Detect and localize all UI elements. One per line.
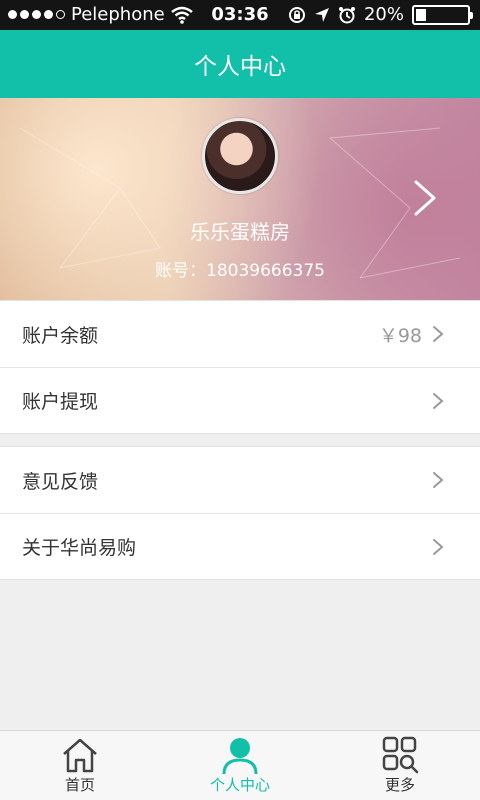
chevron-right-icon (433, 326, 444, 342)
tab-label: 首页 (64, 776, 95, 794)
account-menu: 账户余额 ￥98 账户提现 (0, 300, 480, 434)
battery-icon (412, 4, 473, 25)
tab-label: 个人中心 (209, 776, 270, 794)
user-icon (222, 738, 258, 774)
chevron-right-icon[interactable] (410, 178, 440, 218)
menu-item-label: 账户余额 (22, 324, 99, 347)
menu-item-balance[interactable]: 账户余额 ￥98 (0, 301, 480, 367)
menu-item-label: 意见反馈 (22, 470, 99, 493)
avatar[interactable] (202, 118, 278, 194)
status-right: 20% (288, 4, 473, 25)
home-icon (63, 738, 97, 773)
alarm-icon (338, 6, 355, 23)
chevron-right-icon (433, 539, 444, 555)
menu-item-label: 关于华尚易购 (22, 537, 137, 559)
battery-percent: 20% (363, 4, 404, 25)
balance-value: ￥98 (378, 324, 422, 347)
menu-item-withdraw[interactable]: 账户提现 (0, 367, 480, 433)
chevron-right-icon (433, 393, 444, 409)
menu-item-about[interactable]: 关于华尚易购 (0, 513, 480, 579)
menu-item-label: 账户提现 (22, 391, 99, 413)
more-icon (382, 736, 419, 774)
info-menu: 意见反馈 关于华尚易购 (0, 446, 480, 580)
page-header: 个人中心 (0, 30, 480, 98)
tab-label: 更多 (384, 776, 415, 794)
menu-item-feedback[interactable]: 意见反馈 (0, 447, 480, 513)
status-bar: Pelephone 03:36 20% (0, 0, 480, 30)
profile-name: 乐乐蛋糕房 (190, 220, 290, 244)
page-title: 个人中心 (194, 54, 286, 80)
profile-banner[interactable]: 乐乐蛋糕房 账号：18039666375 (0, 98, 480, 300)
tab-home[interactable]: 首页 (0, 731, 160, 800)
location-icon (314, 7, 329, 22)
tab-more[interactable]: 更多 (320, 731, 480, 800)
tab-profile[interactable]: 个人中心 (160, 731, 320, 800)
profile-account: 账号：18039666375 (155, 261, 325, 281)
tab-bar: 首页 个人中心 更多 (0, 730, 480, 800)
rotation-lock-icon (288, 6, 305, 23)
chevron-right-icon (433, 472, 444, 488)
